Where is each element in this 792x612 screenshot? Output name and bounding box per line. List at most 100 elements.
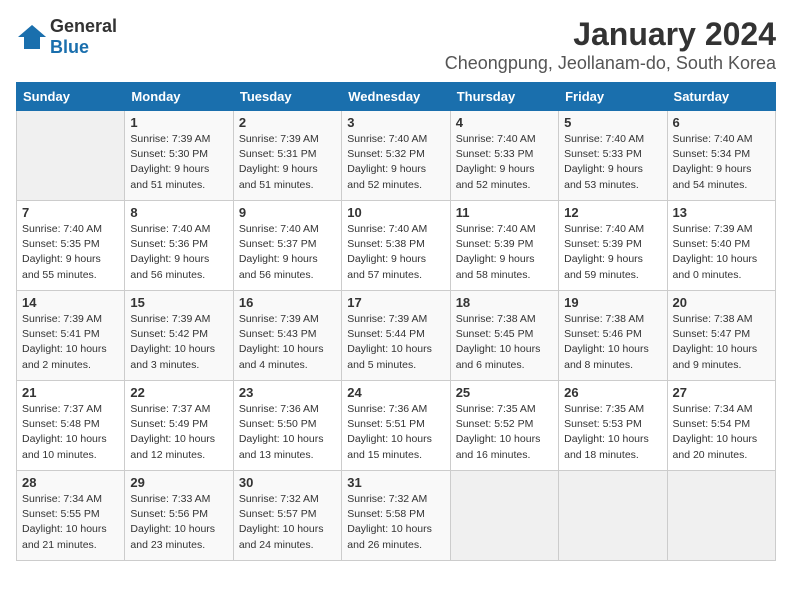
day-number: 8 — [130, 205, 227, 220]
day-info: Sunrise: 7:39 AM Sunset: 5:31 PM Dayligh… — [239, 132, 336, 193]
day-number: 12 — [564, 205, 661, 220]
day-number: 11 — [456, 205, 553, 220]
day-number: 14 — [22, 295, 119, 310]
logo-blue: Blue — [50, 37, 89, 57]
logo-general: General — [50, 16, 117, 36]
calendar-cell: 28 Sunrise: 7:34 AM Sunset: 5:55 PM Dayli… — [17, 471, 125, 561]
calendar-table: SundayMondayTuesdayWednesdayThursdayFrid… — [16, 82, 776, 561]
day-info: Sunrise: 7:40 AM Sunset: 5:32 PM Dayligh… — [347, 132, 444, 193]
header-day-tuesday: Tuesday — [233, 83, 341, 111]
day-info: Sunrise: 7:34 AM Sunset: 5:55 PM Dayligh… — [22, 492, 119, 553]
day-number: 16 — [239, 295, 336, 310]
day-info: Sunrise: 7:33 AM Sunset: 5:56 PM Dayligh… — [130, 492, 227, 553]
day-number: 26 — [564, 385, 661, 400]
day-number: 5 — [564, 115, 661, 130]
day-number: 4 — [456, 115, 553, 130]
day-info: Sunrise: 7:38 AM Sunset: 5:45 PM Dayligh… — [456, 312, 553, 373]
calendar-title: January 2024 — [445, 16, 776, 53]
calendar-cell: 4 Sunrise: 7:40 AM Sunset: 5:33 PM Daylig… — [450, 111, 558, 201]
calendar-cell: 6Sunrise: 7:40 AM Sunset: 5:34 PM Daylig… — [667, 111, 775, 201]
calendar-cell: 17Sunrise: 7:39 AM Sunset: 5:44 PM Dayli… — [342, 291, 450, 381]
day-info: Sunrise: 7:39 AM Sunset: 5:40 PM Dayligh… — [673, 222, 770, 283]
day-info: Sunrise: 7:38 AM Sunset: 5:47 PM Dayligh… — [673, 312, 770, 373]
week-row-1: 1 Sunrise: 7:39 AM Sunset: 5:30 PM Daylig… — [17, 111, 776, 201]
week-row-5: 28 Sunrise: 7:34 AM Sunset: 5:55 PM Dayli… — [17, 471, 776, 561]
calendar-cell: 15 Sunrise: 7:39 AM Sunset: 5:42 PM Dayli… — [125, 291, 233, 381]
day-info: Sunrise: 7:40 AM Sunset: 5:37 PM Dayligh… — [239, 222, 336, 283]
page-header: General Blue January 2024 Cheongpung, Je… — [16, 16, 776, 74]
day-number: 28 — [22, 475, 119, 490]
day-number: 1 — [130, 115, 227, 130]
day-info: Sunrise: 7:39 AM Sunset: 5:30 PM Dayligh… — [130, 132, 227, 193]
calendar-cell: 11Sunrise: 7:40 AM Sunset: 5:39 PM Dayli… — [450, 201, 558, 291]
day-number: 20 — [673, 295, 770, 310]
calendar-cell: 31 Sunrise: 7:32 AM Sunset: 5:58 PM Dayli… — [342, 471, 450, 561]
day-number: 30 — [239, 475, 336, 490]
calendar-cell: 8 Sunrise: 7:40 AM Sunset: 5:36 PM Daylig… — [125, 201, 233, 291]
header-day-monday: Monday — [125, 83, 233, 111]
logo-icon — [16, 23, 48, 51]
calendar-subtitle: Cheongpung, Jeollanam-do, South Korea — [445, 53, 776, 74]
day-number: 25 — [456, 385, 553, 400]
calendar-cell: 26Sunrise: 7:35 AM Sunset: 5:53 PM Dayli… — [559, 381, 667, 471]
calendar-cell: 30 Sunrise: 7:32 AM Sunset: 5:57 PM Dayli… — [233, 471, 341, 561]
day-number: 13 — [673, 205, 770, 220]
calendar-cell: 5Sunrise: 7:40 AM Sunset: 5:33 PM Daylig… — [559, 111, 667, 201]
day-number: 22 — [130, 385, 227, 400]
calendar-cell: 22Sunrise: 7:37 AM Sunset: 5:49 PM Dayli… — [125, 381, 233, 471]
calendar-cell: 24Sunrise: 7:36 AM Sunset: 5:51 PM Dayli… — [342, 381, 450, 471]
day-info: Sunrise: 7:36 AM Sunset: 5:50 PM Dayligh… — [239, 402, 336, 463]
calendar-cell: 12 Sunrise: 7:40 AM Sunset: 5:39 PM Dayli… — [559, 201, 667, 291]
day-info: Sunrise: 7:37 AM Sunset: 5:48 PM Dayligh… — [22, 402, 119, 463]
calendar-cell — [17, 111, 125, 201]
day-info: Sunrise: 7:36 AM Sunset: 5:51 PM Dayligh… — [347, 402, 444, 463]
week-row-4: 21 Sunrise: 7:37 AM Sunset: 5:48 PM Dayli… — [17, 381, 776, 471]
day-number: 10 — [347, 205, 444, 220]
day-number: 21 — [22, 385, 119, 400]
calendar-cell: 14 Sunrise: 7:39 AM Sunset: 5:41 PM Dayli… — [17, 291, 125, 381]
logo: General Blue — [16, 16, 117, 58]
week-row-2: 7Sunrise: 7:40 AM Sunset: 5:35 PM Daylig… — [17, 201, 776, 291]
day-number: 27 — [673, 385, 770, 400]
calendar-cell — [450, 471, 558, 561]
day-info: Sunrise: 7:40 AM Sunset: 5:35 PM Dayligh… — [22, 222, 119, 283]
day-info: Sunrise: 7:39 AM Sunset: 5:41 PM Dayligh… — [22, 312, 119, 373]
calendar-cell: 23Sunrise: 7:36 AM Sunset: 5:50 PM Dayli… — [233, 381, 341, 471]
day-info: Sunrise: 7:39 AM Sunset: 5:43 PM Dayligh… — [239, 312, 336, 373]
day-number: 9 — [239, 205, 336, 220]
calendar-body: 1 Sunrise: 7:39 AM Sunset: 5:30 PM Daylig… — [17, 111, 776, 561]
day-number: 31 — [347, 475, 444, 490]
day-info: Sunrise: 7:32 AM Sunset: 5:58 PM Dayligh… — [347, 492, 444, 553]
day-info: Sunrise: 7:34 AM Sunset: 5:54 PM Dayligh… — [673, 402, 770, 463]
day-info: Sunrise: 7:40 AM Sunset: 5:39 PM Dayligh… — [564, 222, 661, 283]
header-row: SundayMondayTuesdayWednesdayThursdayFrid… — [17, 83, 776, 111]
title-block: January 2024 Cheongpung, Jeollanam-do, S… — [445, 16, 776, 74]
calendar-cell: 13 Sunrise: 7:39 AM Sunset: 5:40 PM Dayli… — [667, 201, 775, 291]
day-info: Sunrise: 7:40 AM Sunset: 5:34 PM Dayligh… — [673, 132, 770, 193]
day-number: 3 — [347, 115, 444, 130]
header-day-wednesday: Wednesday — [342, 83, 450, 111]
calendar-cell — [559, 471, 667, 561]
calendar-cell: 25 Sunrise: 7:35 AM Sunset: 5:52 PM Dayli… — [450, 381, 558, 471]
day-info: Sunrise: 7:38 AM Sunset: 5:46 PM Dayligh… — [564, 312, 661, 373]
week-row-3: 14 Sunrise: 7:39 AM Sunset: 5:41 PM Dayli… — [17, 291, 776, 381]
day-info: Sunrise: 7:40 AM Sunset: 5:33 PM Dayligh… — [456, 132, 553, 193]
header-day-thursday: Thursday — [450, 83, 558, 111]
calendar-cell: 27 Sunrise: 7:34 AM Sunset: 5:54 PM Dayli… — [667, 381, 775, 471]
header-day-sunday: Sunday — [17, 83, 125, 111]
calendar-cell: 9 Sunrise: 7:40 AM Sunset: 5:37 PM Daylig… — [233, 201, 341, 291]
day-number: 15 — [130, 295, 227, 310]
day-number: 19 — [564, 295, 661, 310]
day-info: Sunrise: 7:39 AM Sunset: 5:44 PM Dayligh… — [347, 312, 444, 373]
day-info: Sunrise: 7:39 AM Sunset: 5:42 PM Dayligh… — [130, 312, 227, 373]
calendar-cell: 29Sunrise: 7:33 AM Sunset: 5:56 PM Dayli… — [125, 471, 233, 561]
calendar-cell: 2 Sunrise: 7:39 AM Sunset: 5:31 PM Daylig… — [233, 111, 341, 201]
calendar-header: SundayMondayTuesdayWednesdayThursdayFrid… — [17, 83, 776, 111]
day-info: Sunrise: 7:35 AM Sunset: 5:52 PM Dayligh… — [456, 402, 553, 463]
day-info: Sunrise: 7:32 AM Sunset: 5:57 PM Dayligh… — [239, 492, 336, 553]
calendar-cell: 1 Sunrise: 7:39 AM Sunset: 5:30 PM Daylig… — [125, 111, 233, 201]
day-info: Sunrise: 7:40 AM Sunset: 5:36 PM Dayligh… — [130, 222, 227, 283]
header-day-saturday: Saturday — [667, 83, 775, 111]
calendar-cell: 10Sunrise: 7:40 AM Sunset: 5:38 PM Dayli… — [342, 201, 450, 291]
day-number: 2 — [239, 115, 336, 130]
